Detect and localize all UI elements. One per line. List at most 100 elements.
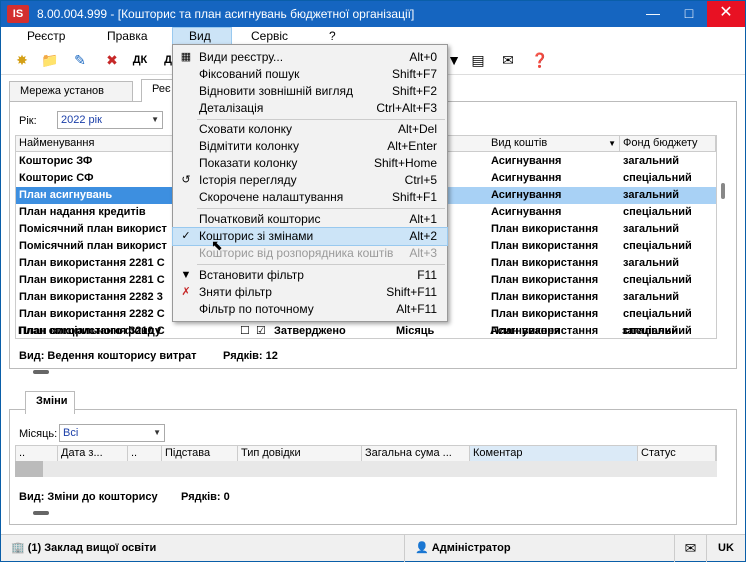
user-icon: 👤 <box>415 542 429 554</box>
empty-row-strip <box>15 461 717 477</box>
cell-kind: План використання <box>491 274 599 286</box>
col-header-c3[interactable]: .. <box>128 446 162 462</box>
report-icon[interactable]: ▤ <box>467 50 489 70</box>
cell-name: Кошторис ЗФ <box>19 155 93 167</box>
cell-kind: План використання <box>491 308 599 320</box>
chevron-down-icon: ▼ <box>151 115 159 124</box>
history-icon: ↺ <box>181 174 191 186</box>
cell-name: Кошторис СФ <box>19 172 94 184</box>
year-select[interactable]: 2022 рік ▼ <box>57 111 163 129</box>
col-header-c1[interactable]: .. <box>16 446 58 462</box>
open-folder-icon[interactable]: 📁 <box>39 50 61 70</box>
language-indicator[interactable]: UK <box>707 535 745 562</box>
menu-item-registry-views[interactable]: ▦ Види реєстру... Alt+0 <box>173 49 447 66</box>
horizontal-scrollbar[interactable] <box>33 370 49 374</box>
org-segment[interactable]: 🏢 (1) Заклад вищої освіти <box>1 535 405 562</box>
menu-edit[interactable]: Правка <box>101 28 154 44</box>
checkbox-empty-icon[interactable]: ☐ <box>237 323 251 340</box>
minimize-button[interactable]: — <box>635 1 671 27</box>
filter-clear-icon: ✗ <box>181 286 191 298</box>
tab-changes[interactable]: Зміни <box>25 391 75 414</box>
delete-icon[interactable]: ✖ <box>101 50 123 70</box>
status-bar: 🏢 (1) Заклад вищої освіти 👤 Адміністрато… <box>1 534 745 562</box>
menu-separator <box>197 119 445 120</box>
cell-kind: Асигнування <box>491 206 562 218</box>
menu-item-detail[interactable]: Деталізація Ctrl+Alt+F3 <box>173 100 447 117</box>
changes-view-label: Вид: Зміни до кошторису <box>19 491 158 503</box>
menu-item-hide-column[interactable]: Сховати колонку Alt+Del <box>173 121 447 138</box>
menu-item-initial-estimate[interactable]: Початковий кошторис Alt+1 <box>173 211 447 228</box>
month-value: Всі <box>63 427 79 439</box>
year-label: Рік: <box>19 115 37 127</box>
year-value: 2022 рік <box>61 114 102 126</box>
mouse-cursor-icon: ⬉ <box>211 237 223 253</box>
chevron-down-icon: ▼ <box>153 428 161 437</box>
title-bar: IS 8.00.004.999 - [Кошторис та план асиг… <box>1 1 745 27</box>
filter-icon: ▼ <box>180 269 192 281</box>
month-select[interactable]: Всі ▼ <box>59 424 165 442</box>
cell-fund: загальний <box>623 291 680 303</box>
menu-item-quick-settings[interactable]: Скорочене налаштування Shift+F1 <box>173 189 447 206</box>
checkbox-checked-icon[interactable]: ☑ <box>253 323 267 340</box>
cell-name: План використання 2281 С <box>19 257 165 269</box>
sort-icon: ▼ <box>608 139 616 148</box>
menu-service[interactable]: Сервіс <box>245 28 294 44</box>
col-header-status[interactable]: Статус <box>638 446 716 462</box>
grid-row-count: Рядків: 12 <box>223 350 278 362</box>
grid-view-label: Вид: Ведення кошторису витрат <box>19 350 197 362</box>
vertical-scrollbar[interactable] <box>721 183 725 199</box>
cell-name: Помісячний план використ <box>19 240 167 252</box>
menu-item-filter-current[interactable]: Фільтр по поточному Alt+F11 <box>173 301 447 318</box>
col-header-basis[interactable]: Підстава <box>162 446 238 462</box>
cell-name: Помісячний план використ <box>19 223 167 235</box>
col-header-ref-type[interactable]: Тип довідки <box>238 446 362 462</box>
menu-item-show-column[interactable]: Показати колонку Shift+Home <box>173 155 447 172</box>
menu-item-history[interactable]: ↺ Історія перегляду Ctrl+5 <box>173 172 447 189</box>
dk-icon[interactable]: ДК <box>129 50 151 70</box>
help-icon[interactable]: ❓ <box>529 50 551 70</box>
window-title: 8.00.004.999 - [Кошторис та план асигнув… <box>37 7 415 21</box>
table-row[interactable]: План спеціального фонду ☐ ☑ Затверджено … <box>15 323 717 340</box>
menu-separator <box>197 264 445 265</box>
col-header-kind-label: Вид коштів <box>491 137 548 149</box>
menu-item-restore-view[interactable]: Відновити зовнішній вигляд Shift+F2 <box>173 83 447 100</box>
mail-status-icon[interactable]: ✉ <box>675 535 707 562</box>
month-label: Місяць: <box>19 428 58 440</box>
menu-item-fixed-search[interactable]: Фіксований пошук Shift+F7 <box>173 66 447 83</box>
horizontal-scrollbar[interactable] <box>33 511 49 515</box>
menu-view[interactable]: Вид <box>172 27 232 45</box>
cell-kind: План використання <box>491 223 599 235</box>
user-segment[interactable]: 👤 Адміністратор <box>405 535 675 562</box>
user-name: Адміністратор <box>431 542 511 554</box>
col-header-name[interactable]: Найменування <box>16 136 174 152</box>
tab-network[interactable]: Мережа установ <box>9 81 133 101</box>
menu-item-mark-column[interactable]: Відмітити колонку Alt+Enter <box>173 138 447 155</box>
menu-bar: Реєстр Правка Вид Сервіс ? <box>1 27 745 45</box>
col-header-fund[interactable]: Фонд бюджету <box>620 136 716 152</box>
cell-status: Затверджено <box>274 325 346 337</box>
cell-kind: Асигнування <box>491 189 562 201</box>
col-header-total[interactable]: Загальна сума ... <box>362 446 470 462</box>
cell-kind: План використання <box>491 257 599 269</box>
maximize-button[interactable]: □ <box>671 1 707 27</box>
cell-fund: загальний <box>623 155 680 167</box>
col-header-comment[interactable]: Коментар <box>470 446 638 462</box>
cell-fund: спеціальний <box>623 240 692 252</box>
menu-separator <box>197 208 445 209</box>
close-button[interactable]: ✕ <box>707 1 745 27</box>
cell-name: План надання кредитів <box>19 206 146 218</box>
col-header-date[interactable]: Дата з... <box>58 446 128 462</box>
mail-icon[interactable]: ✉ <box>497 50 519 70</box>
cell-name: План спеціального фонду <box>18 325 161 337</box>
menu-item-clear-filter[interactable]: ✗ Зняти фільтр Shift+F11 <box>173 284 447 301</box>
menu-registry[interactable]: Реєстр <box>21 28 71 44</box>
cell-period: Місяць <box>396 325 435 337</box>
menu-help[interactable]: ? <box>323 28 342 44</box>
cell-name: План використання 2282 С <box>19 308 165 320</box>
menu-item-set-filter[interactable]: ▼ Встановити фільтр F11 <box>173 267 447 284</box>
new-icon[interactable]: ✸ <box>11 50 33 70</box>
app-window: IS 8.00.004.999 - [Кошторис та план асиг… <box>0 0 746 562</box>
col-header-kind[interactable]: Вид коштів ▼ <box>488 136 620 152</box>
cell-kind: План використання <box>491 240 599 252</box>
edit-icon[interactable]: ✎ <box>69 50 91 70</box>
